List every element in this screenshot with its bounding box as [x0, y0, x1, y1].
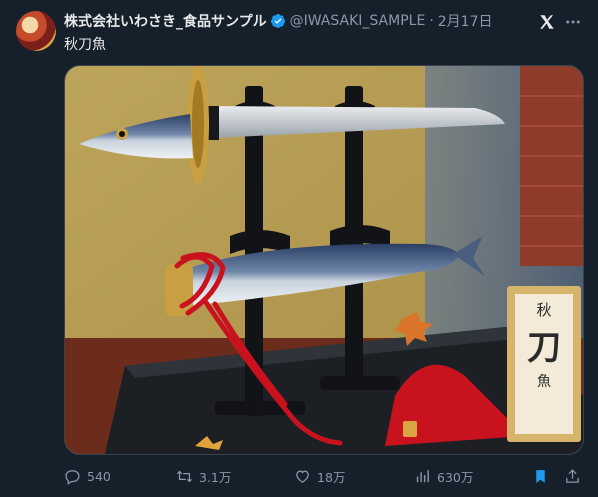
like-button[interactable]: 18万 [294, 467, 345, 486]
user-handle[interactable]: @IWASAKI_SAMPLE [290, 13, 426, 29]
plaque-char-2: 刀 [527, 328, 561, 369]
repost-icon [176, 470, 193, 482]
post-header: 株式会社いわさき_食品サンプル @IWASAKI_SAMPLE · 2月17日 [64, 11, 582, 31]
verified-badge-icon [270, 14, 285, 28]
sanma-photo [65, 66, 583, 454]
views-button[interactable]: 630万 [414, 467, 473, 486]
views-icon [416, 469, 429, 482]
repost-button[interactable]: 3.1万 [176, 467, 231, 486]
share-icon [566, 468, 579, 483]
reply-count: 540 [87, 468, 111, 484]
like-count: 18万 [317, 469, 346, 485]
more-icon[interactable] [563, 13, 583, 31]
post-media-image[interactable]: 秋 刀 魚 [64, 65, 584, 455]
bookmark-button[interactable] [532, 468, 549, 485]
reply-icon [65, 469, 80, 485]
display-name[interactable]: 株式会社いわさき_食品サンプル [64, 11, 267, 31]
grok-icon[interactable] [538, 13, 556, 31]
views-count: 630万 [437, 469, 474, 485]
repost-count: 3.1万 [199, 469, 232, 485]
action-bar: 540 3.1万 18万 630万 [64, 466, 582, 486]
post-date[interactable]: 2月17日 [438, 11, 493, 31]
reply-button[interactable]: 540 [64, 468, 111, 485]
post-text: 秋刀魚 [64, 37, 106, 53]
plaque-char-1: 秋 [536, 301, 552, 319]
avatar[interactable] [16, 11, 56, 51]
separator-dot: · [429, 13, 434, 29]
bookmark-icon [536, 469, 545, 483]
share-button[interactable] [564, 468, 581, 485]
like-icon [296, 470, 309, 483]
plaque-char-3: 魚 [537, 374, 551, 391]
plaque-label: 秋 刀 魚 [519, 301, 569, 391]
